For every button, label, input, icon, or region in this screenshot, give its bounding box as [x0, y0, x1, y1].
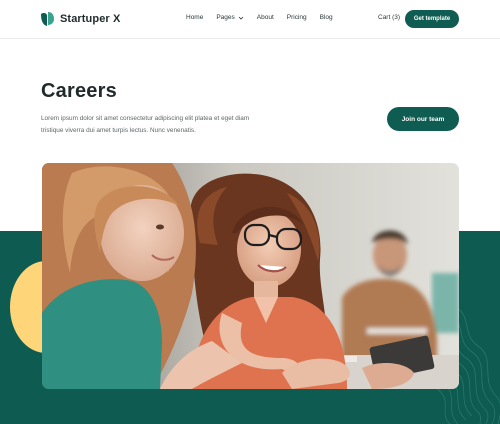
cart-link[interactable]: Cart (3) [378, 14, 400, 21]
chevron-down-icon [238, 16, 244, 20]
nav-pricing[interactable]: Pricing [287, 14, 307, 21]
get-template-button[interactable]: Get template [405, 10, 459, 28]
leaf-logo-icon [41, 12, 54, 26]
nav-home[interactable]: Home [186, 14, 203, 21]
page-title: Careers [41, 80, 117, 102]
site-header: Startuper X Home Pages About Pricing Blo… [0, 0, 500, 39]
brand-name: Startuper X [60, 13, 121, 25]
nav-about[interactable]: About [257, 14, 274, 21]
join-our-team-button[interactable]: Join our team [387, 107, 459, 131]
nav-blog[interactable]: Blog [320, 14, 333, 21]
nav-pages[interactable]: Pages [216, 14, 244, 21]
nav-pages-label: Pages [216, 14, 235, 21]
hero-description: Lorem ipsum dolor sit amet consectetur a… [41, 115, 250, 134]
brand-logo[interactable]: Startuper X [41, 11, 120, 27]
main-nav: Home Pages About Pricing Blog [186, 14, 346, 21]
team-photo [42, 163, 459, 389]
